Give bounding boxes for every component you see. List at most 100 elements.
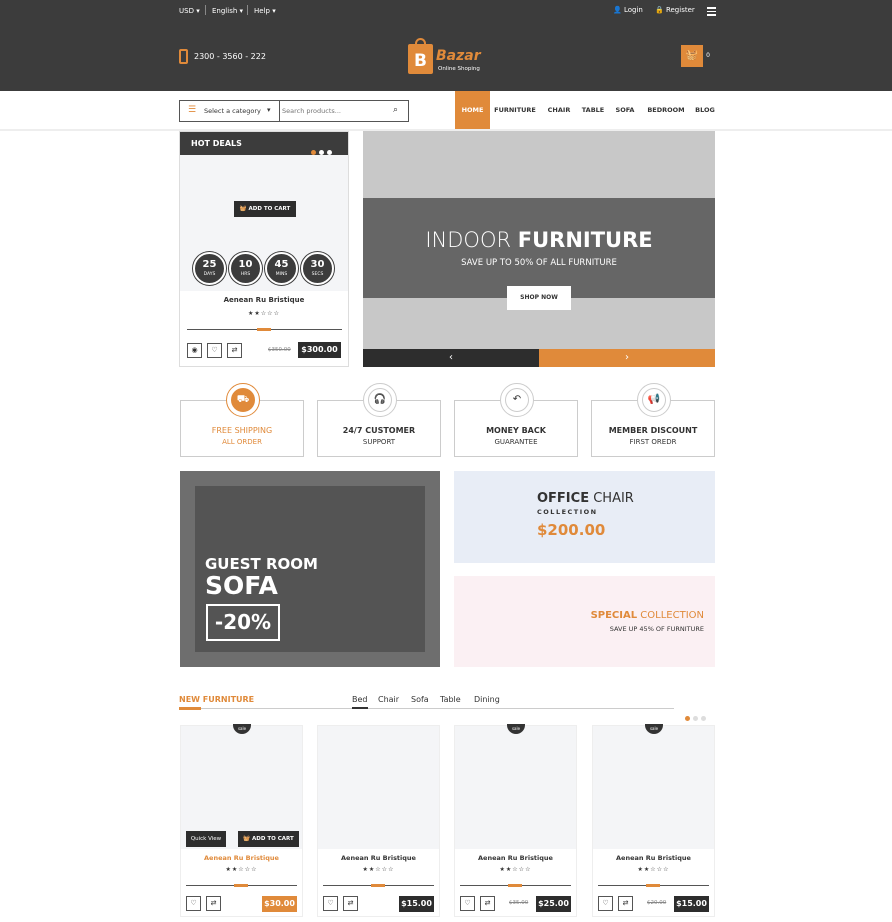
- old-price: $35.00: [509, 900, 529, 906]
- product-card[interactable]: sale Aenean Ru Bristique ★★☆☆☆ ♡ ⇄ $35.0…: [454, 724, 577, 917]
- nav-blog[interactable]: BLOG: [693, 91, 717, 129]
- help-select[interactable]: Help ▾: [254, 7, 276, 15]
- product-card[interactable]: sale Aenean Ru Bristique ★★☆☆☆ ♡ ⇄ $20.0…: [592, 724, 715, 917]
- eye-icon[interactable]: ◉: [187, 343, 202, 358]
- register-link[interactable]: 🔒 Register: [655, 6, 695, 14]
- language-select[interactable]: English ▾: [212, 7, 243, 15]
- price: $30.00: [262, 896, 297, 912]
- logo-letter: B: [408, 44, 433, 74]
- hot-deal-product-name[interactable]: Aenean Ru Bristique: [180, 296, 348, 304]
- tab-table[interactable]: Table: [440, 695, 461, 704]
- megaphone-icon: 📢: [642, 388, 666, 412]
- quick-view-button[interactable]: Quick View: [186, 831, 226, 847]
- search-bar: ☰ Select a category ▾ ⌕: [179, 100, 409, 122]
- heart-icon[interactable]: ♡: [323, 896, 338, 911]
- price: $300.00: [298, 342, 341, 358]
- countdown-mins: 45 MINS: [265, 252, 298, 285]
- add-to-cart-button[interactable]: 🧺 ADD TO CART: [238, 831, 299, 847]
- header: 2300 - 3560 - 222 B Bazar Online Shoping…: [0, 22, 892, 91]
- nav-chair[interactable]: CHAIR: [545, 91, 573, 129]
- chevron-down-icon: ▾: [267, 106, 271, 114]
- currency-label: USD: [179, 7, 194, 15]
- nav-bedroom[interactable]: BEDROOM: [646, 91, 686, 129]
- section-divider-accent: [179, 707, 201, 710]
- top-bar: USD ▾ English ▾ Help ▾ 👤 Login 🔒 Registe…: [0, 0, 892, 22]
- category-select[interactable]: ☰ Select a category ▾: [180, 101, 280, 121]
- tab-chair[interactable]: Chair: [378, 695, 399, 704]
- product-name[interactable]: Aenean Ru Bristique: [181, 854, 302, 862]
- cart-icon[interactable]: 🧺: [681, 45, 703, 67]
- compare-icon[interactable]: ⇄: [618, 896, 633, 911]
- product-card[interactable]: sale Quick View 🧺 ADD TO CART Aenean Ru …: [180, 724, 303, 917]
- heart-icon[interactable]: ♡: [460, 896, 475, 911]
- product-card[interactable]: Aenean Ru Bristique ★★☆☆☆ ♡ ⇄ $15.00: [317, 725, 440, 917]
- chevron-down-icon: ▾: [196, 7, 200, 15]
- chevron-right-icon: ›: [625, 352, 629, 363]
- feature-member-discount: 📢 MEMBER DISCOUNT FIRST OREDR: [591, 383, 715, 457]
- countdown-value: 10: [238, 259, 253, 270]
- feature-free-shipping: ⛟ FREE SHIPPING ALL ORDER: [180, 383, 304, 457]
- guest-room-product: SOFA: [205, 571, 278, 600]
- active-tab-indicator: [352, 707, 368, 709]
- product-name[interactable]: Aenean Ru Bristique: [318, 854, 439, 862]
- tab-dining[interactable]: Dining: [474, 695, 500, 704]
- nav-table[interactable]: TABLE: [580, 91, 606, 129]
- countdown-unit: SECS: [311, 272, 324, 277]
- guest-room-banner[interactable]: GUEST ROOM SOFA -20%: [180, 471, 440, 667]
- hero-title-bold: FURNITURE: [517, 228, 653, 252]
- special-collection-banner[interactable]: SPECIAL COLLECTION SAVE UP 45% OF FURNIT…: [454, 576, 715, 667]
- nav-sofa[interactable]: SOFA: [613, 91, 637, 129]
- tab-sofa[interactable]: Sofa: [411, 695, 429, 704]
- feature-subtitle: GUARANTEE: [494, 438, 538, 446]
- divider-accent: [257, 328, 271, 331]
- slider-prev-button[interactable]: ‹: [363, 349, 539, 367]
- section-title: NEW FURNITURE: [179, 695, 255, 704]
- slider-next-button[interactable]: ›: [539, 349, 715, 367]
- product-name[interactable]: Aenean Ru Bristique: [455, 854, 576, 862]
- pager-dot[interactable]: [685, 716, 690, 721]
- chevron-down-icon: ▾: [239, 7, 244, 15]
- search-input[interactable]: [282, 102, 387, 120]
- tab-bed[interactable]: Bed: [352, 695, 368, 704]
- hot-deals-title: HOT DEALS: [191, 139, 242, 148]
- office-chair-price: $200.00: [537, 521, 606, 539]
- login-link[interactable]: 👤 Login: [613, 6, 643, 14]
- product-pager: [682, 706, 706, 725]
- login-label: Login: [623, 6, 643, 14]
- list-icon: ☰: [188, 105, 197, 115]
- hero-banner: INDOOR FURNITURE SAVE UP TO 50% OF ALL F…: [363, 198, 715, 298]
- currency-select[interactable]: USD ▾: [179, 7, 200, 15]
- nav-furniture[interactable]: FURNITURE: [494, 91, 536, 129]
- heart-icon[interactable]: ♡: [598, 896, 613, 911]
- search-icon[interactable]: ⌕: [393, 105, 398, 115]
- headphones-icon: 🎧: [368, 388, 392, 412]
- divider: [186, 884, 297, 887]
- heart-icon[interactable]: ♡: [207, 343, 222, 358]
- compare-icon[interactable]: ⇄: [480, 896, 495, 911]
- divider: [205, 5, 206, 15]
- feature-title: 24/7 CUSTOMER: [342, 426, 416, 435]
- heart-icon[interactable]: ♡: [186, 896, 201, 911]
- pager-dot[interactable]: [693, 716, 698, 721]
- feature-title: MEMBER DISCOUNT: [608, 426, 698, 435]
- office-title-bold: OFFICE: [537, 491, 590, 506]
- special-collection-title: SPECIAL COLLECTION: [454, 610, 704, 621]
- nav-home[interactable]: HOME: [455, 91, 490, 129]
- shop-now-button[interactable]: SHOP NOW: [507, 286, 571, 310]
- product-name[interactable]: Aenean Ru Bristique: [593, 854, 714, 862]
- compare-icon[interactable]: ⇄: [206, 896, 221, 911]
- add-to-cart-button[interactable]: 🧺 ADD TO CART: [234, 201, 296, 217]
- money-back-icon: ↶: [505, 388, 529, 412]
- office-chair-banner[interactable]: OFFICE CHAIR COLLECTION $200.00: [454, 471, 715, 563]
- rating-stars: ★★☆☆☆: [362, 866, 395, 873]
- menu-icon[interactable]: [707, 7, 716, 16]
- product-image: [455, 726, 576, 849]
- logo[interactable]: B Bazar Online Shoping: [408, 38, 498, 78]
- pager-dot[interactable]: [701, 716, 706, 721]
- price: $15.00: [674, 896, 709, 912]
- add-to-cart-label: ADD TO CART: [252, 836, 294, 842]
- compare-icon[interactable]: ⇄: [343, 896, 358, 911]
- cart-count: 0: [703, 48, 713, 64]
- compare-icon[interactable]: ⇄: [227, 343, 242, 358]
- phone-icon: [179, 49, 188, 64]
